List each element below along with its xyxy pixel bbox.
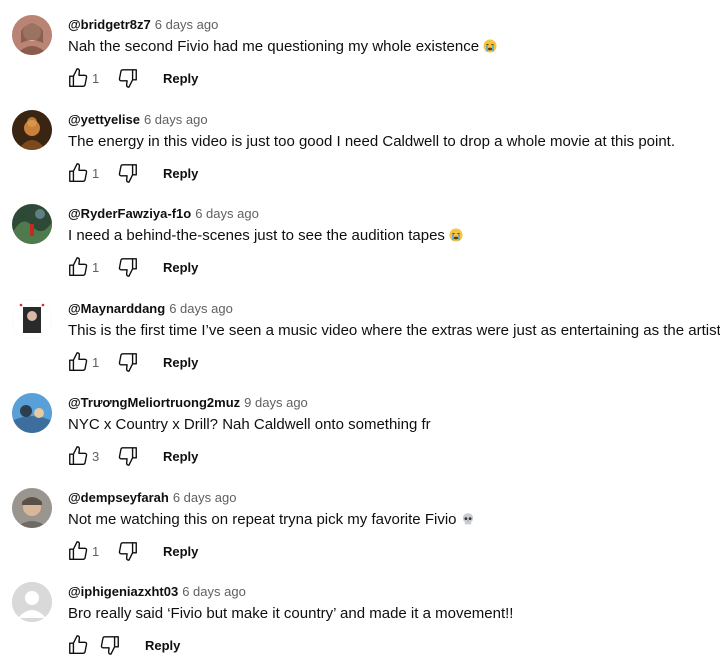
like-count: 1 <box>92 354 100 370</box>
thumbs-up-icon <box>69 446 88 465</box>
comment-text-body: Nah the second Fivio had me questioning … <box>68 38 480 55</box>
avatar[interactable] <box>12 15 52 55</box>
like-count: 1 <box>92 70 100 86</box>
comment-item: @bridgetr8z7 6 days ago Nah the second Fi… <box>0 0 720 95</box>
comment-text-body: I need a behind-the-scenes just to see t… <box>68 227 445 244</box>
comment-text: This is the first time I’ve seen a music… <box>68 321 720 341</box>
dislike-button[interactable] <box>98 633 122 657</box>
like-button[interactable] <box>66 255 90 279</box>
avatar[interactable] <box>12 204 52 244</box>
comment-author[interactable]: @yettyelise <box>68 112 140 127</box>
comment-item: @TrươngMeliortruong2muz 9 days ago NYC x … <box>0 378 720 473</box>
thumbs-down-icon <box>118 69 137 88</box>
like-count: 1 <box>92 165 100 181</box>
dislike-button[interactable] <box>116 161 140 185</box>
like-button[interactable] <box>66 444 90 468</box>
comment-time[interactable]: 6 days ago <box>182 584 246 599</box>
comment-author[interactable]: @iphigeniazxht03 <box>68 584 178 599</box>
skull-emoji-icon <box>462 513 473 525</box>
avatar[interactable] <box>12 110 52 150</box>
comment-text-body: Not me watching this on repeat tryna pic… <box>68 511 457 528</box>
comment-text: NYC x Country x Drill? Nah Caldwell onto… <box>68 415 431 435</box>
comment-text: Bro really said ‘Fivio but make it count… <box>68 604 513 624</box>
reply-button[interactable]: Reply <box>145 638 180 653</box>
comment-actions: 1 Reply <box>66 255 198 279</box>
reply-button[interactable]: Reply <box>163 260 198 275</box>
comment-time[interactable]: 6 days ago <box>155 17 219 32</box>
comment-item: @iphigeniazxht03 6 days ago Bro really sa… <box>0 567 720 662</box>
thumbs-up-icon <box>69 257 88 276</box>
thumbs-down-icon <box>118 353 137 372</box>
avatar[interactable] <box>12 582 52 622</box>
reply-button[interactable]: Reply <box>163 544 198 559</box>
reply-button[interactable]: Reply <box>163 355 198 370</box>
comment-actions: 3 Reply <box>66 444 198 468</box>
comment-time[interactable]: 6 days ago <box>144 112 208 127</box>
thumbs-up-icon <box>69 68 88 87</box>
comment-time[interactable]: 6 days ago <box>169 301 233 316</box>
comment-item: @Maynarddang 6 days ago This is the first… <box>0 284 720 379</box>
thumbs-up-icon <box>69 541 88 560</box>
avatar[interactable] <box>12 393 52 433</box>
comment-item: @dempseyfarah 6 days ago Not me watching … <box>0 473 720 568</box>
comment-text-body: NYC x Country x Drill? Nah Caldwell onto… <box>68 416 431 433</box>
thumbs-down-icon <box>118 164 137 183</box>
like-button[interactable] <box>66 539 90 563</box>
avatar[interactable] <box>12 299 52 339</box>
comment-text: The energy in this video is just too goo… <box>68 132 675 152</box>
reply-button[interactable]: Reply <box>163 449 198 464</box>
like-button[interactable] <box>66 66 90 90</box>
comment-text: Nah the second Fivio had me questioning … <box>68 37 497 57</box>
thumbs-down-icon <box>118 542 137 561</box>
comment-author[interactable]: @TrươngMeliortruong2muz <box>68 395 240 410</box>
dislike-button[interactable] <box>116 66 140 90</box>
comment-text: Not me watching this on repeat tryna pic… <box>68 510 475 530</box>
thumbs-down-icon <box>118 258 137 277</box>
comment-text-body: Bro really said ‘Fivio but make it count… <box>68 605 514 622</box>
avatar[interactable] <box>12 488 52 528</box>
thumbs-up-icon <box>69 352 88 371</box>
like-button[interactable] <box>66 633 90 657</box>
comment-author[interactable]: @RyderFawziya-f1o <box>68 206 191 221</box>
comment-time[interactable]: 6 days ago <box>173 490 237 505</box>
crying-face-emoji-icon <box>483 39 497 53</box>
like-button[interactable] <box>66 161 90 185</box>
like-button[interactable] <box>66 350 90 374</box>
dislike-button[interactable] <box>116 255 140 279</box>
comment-text: I need a behind-the-scenes just to see t… <box>68 226 463 246</box>
thumbs-up-icon <box>69 635 88 654</box>
comment-item: @RyderFawziya-f1o 6 days ago I need a beh… <box>0 189 720 284</box>
comment-text-body: The energy in this video is just too goo… <box>68 133 676 150</box>
comment-time[interactable]: 6 days ago <box>195 206 259 221</box>
comments-list: @bridgetr8z7 6 days ago Nah the second Fi… <box>0 0 720 662</box>
comment-author[interactable]: @bridgetr8z7 <box>68 17 151 32</box>
comment-actions: 1 Reply <box>66 161 198 185</box>
thumbs-up-icon <box>69 163 88 182</box>
comment-actions: 1 Reply <box>66 539 198 563</box>
like-count: 1 <box>92 259 100 275</box>
comment-item: @yettyelise 6 days ago The energy in this… <box>0 95 720 190</box>
comment-actions: Reply <box>66 633 180 657</box>
thumbs-down-icon <box>100 636 119 655</box>
dislike-button[interactable] <box>116 539 140 563</box>
comment-actions: 1 Reply <box>66 350 198 374</box>
comment-actions: 1 Reply <box>66 66 198 90</box>
dislike-button[interactable] <box>116 350 140 374</box>
comment-author[interactable]: @dempseyfarah <box>68 490 169 505</box>
crying-face-emoji-icon <box>449 228 463 242</box>
like-count: 3 <box>92 448 100 464</box>
comment-text-body: This is the first time I’ve seen a music… <box>68 322 720 339</box>
like-count: 1 <box>92 543 100 559</box>
comment-author[interactable]: @Maynarddang <box>68 301 165 316</box>
comment-time[interactable]: 9 days ago <box>244 395 308 410</box>
reply-button[interactable]: Reply <box>163 166 198 181</box>
reply-button[interactable]: Reply <box>163 71 198 86</box>
thumbs-down-icon <box>118 447 137 466</box>
dislike-button[interactable] <box>116 444 140 468</box>
